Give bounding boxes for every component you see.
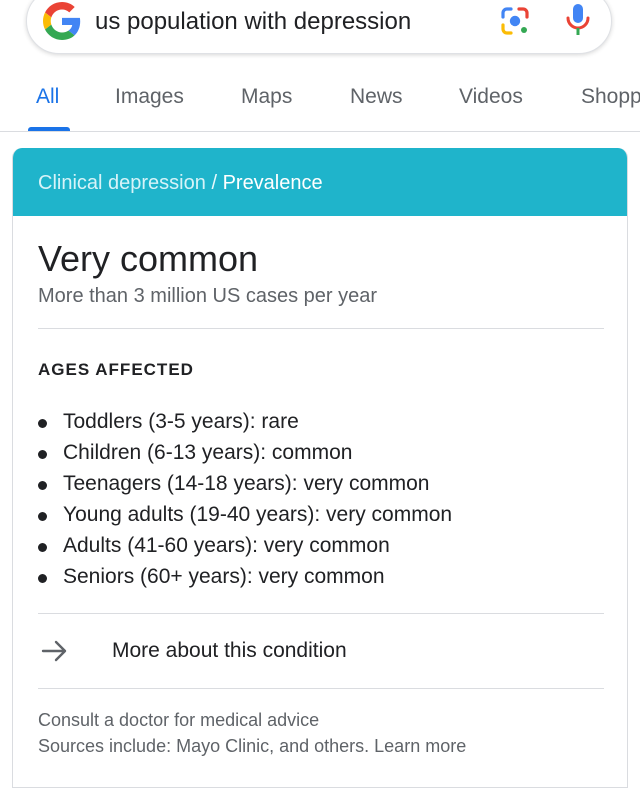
search-input[interactable]: us population with depression <box>95 8 411 36</box>
tab-news[interactable]: News <box>350 85 403 109</box>
bullet-icon <box>38 574 47 583</box>
google-g-icon <box>43 2 81 40</box>
medical-advice-note: Consult a doctor for medical advice <box>38 710 320 730</box>
knowledge-card: Clinical depression / Prevalence Very co… <box>12 148 628 788</box>
prevalence-headline: Very common <box>38 238 259 279</box>
breadcrumb-current: Prevalence <box>222 172 323 194</box>
bullet-icon <box>38 512 47 521</box>
microphone-icon[interactable] <box>565 2 591 38</box>
more-about-condition-link[interactable]: More about this condition <box>13 614 627 688</box>
tab-images[interactable]: Images <box>115 85 184 109</box>
divider <box>38 328 604 329</box>
active-tab-indicator <box>28 127 70 131</box>
search-tabs: All Images Maps News Videos Shopp <box>0 70 640 132</box>
breadcrumb: Clinical depression / Prevalence <box>38 172 323 195</box>
bullet-icon <box>38 419 47 428</box>
bullet-icon <box>38 450 47 459</box>
prevalence-subline: More than 3 million US cases per year <box>38 285 378 307</box>
more-about-condition-label: More about this condition <box>112 639 347 662</box>
google-lens-icon[interactable] <box>499 5 531 37</box>
arrow-right-icon <box>41 640 67 662</box>
sources-note[interactable]: Sources include: Mayo Clinic, and others… <box>38 736 466 757</box>
ages-affected-title: AGES AFFECTED <box>38 360 194 379</box>
tab-maps[interactable]: Maps <box>241 85 292 109</box>
tab-videos[interactable]: Videos <box>459 85 523 109</box>
card-header: Clinical depression / Prevalence <box>13 148 627 216</box>
divider <box>38 688 604 689</box>
bullet-icon <box>38 543 47 552</box>
search-bar[interactable]: us population with depression <box>26 0 612 54</box>
tab-all[interactable]: All <box>36 85 59 109</box>
tab-shopping[interactable]: Shopp <box>581 85 640 109</box>
bullet-icon <box>38 481 47 490</box>
breadcrumb-separator: / <box>211 172 217 194</box>
breadcrumb-parent[interactable]: Clinical depression <box>38 172 206 194</box>
